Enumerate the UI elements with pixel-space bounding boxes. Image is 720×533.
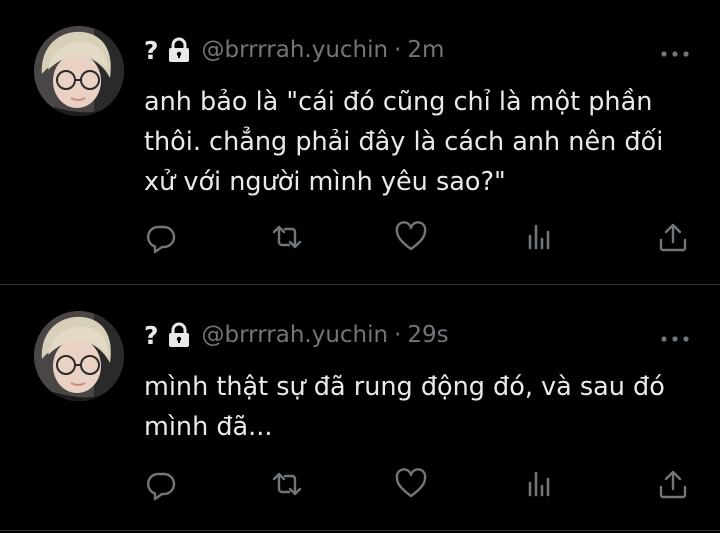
more-options-icon[interactable] <box>660 44 690 57</box>
tweet-text: mình thật sự đã rung động đó, và sau đó … <box>144 372 665 442</box>
tweet-actions <box>0 220 720 254</box>
separator: · <box>394 37 402 63</box>
share-icon[interactable] <box>656 220 690 254</box>
retweet-icon[interactable] <box>270 220 304 254</box>
like-icon[interactable] <box>394 467 428 501</box>
retweet-icon[interactable] <box>270 467 304 501</box>
timestamp[interactable]: 29s <box>407 322 448 348</box>
display-name[interactable]: ? <box>144 36 159 65</box>
separator: · <box>394 322 402 348</box>
lock-icon <box>168 322 190 348</box>
tweet-header: ? @brrrrah.yuchin · 2m <box>144 34 444 66</box>
reply-icon[interactable] <box>144 220 178 254</box>
tweet[interactable]: ? @brrrrah.yuchin · 29s mình thật sự đã … <box>0 285 720 533</box>
user-handle[interactable]: @brrrrah.yuchin <box>202 37 389 63</box>
timestamp[interactable]: 2m <box>407 37 444 63</box>
views-icon[interactable] <box>522 220 556 254</box>
divider <box>0 530 720 531</box>
user-handle[interactable]: @brrrrah.yuchin <box>202 322 389 348</box>
lock-icon <box>168 37 190 63</box>
avatar[interactable] <box>34 26 124 116</box>
tweet-actions <box>0 467 720 501</box>
more-options-icon[interactable] <box>660 329 690 342</box>
views-icon[interactable] <box>522 467 556 501</box>
tweet[interactable]: ? @brrrrah.yuchin · 2m anh bảo là "cái đ… <box>0 0 720 284</box>
reply-icon[interactable] <box>144 467 178 501</box>
tweet-header: ? @brrrrah.yuchin · 29s <box>144 319 449 351</box>
share-icon[interactable] <box>656 467 690 501</box>
like-icon[interactable] <box>394 220 428 254</box>
tweet-text: anh bảo là "cái đó cũng chỉ là một phần … <box>144 87 664 197</box>
avatar[interactable] <box>34 311 124 401</box>
timeline-feed: ? @brrrrah.yuchin · 2m anh bảo là "cái đ… <box>0 0 720 533</box>
display-name[interactable]: ? <box>144 321 159 350</box>
